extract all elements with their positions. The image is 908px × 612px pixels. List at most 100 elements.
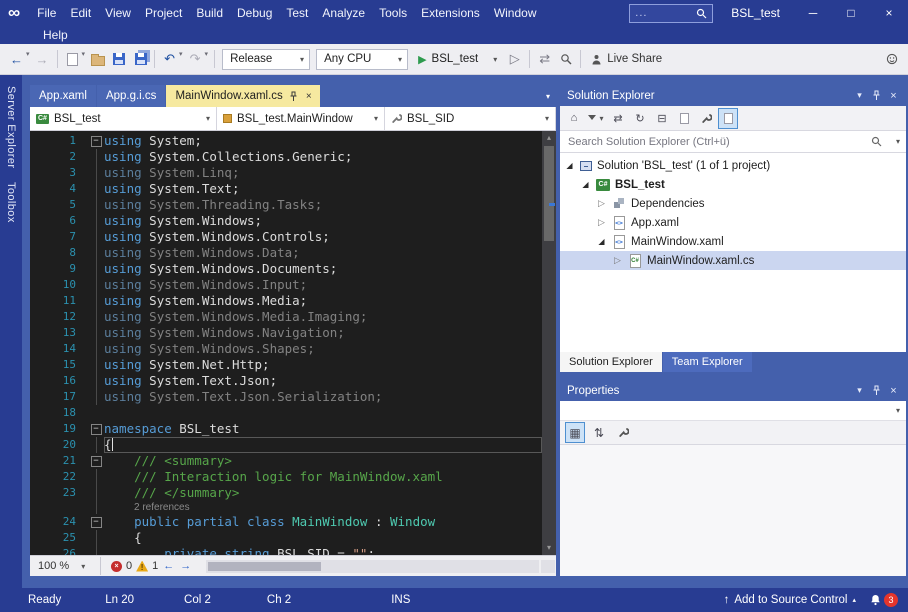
- preview-selected-items-button[interactable]: [719, 109, 737, 128]
- editor-vertical-scrollbar[interactable]: ▴ ▾: [542, 131, 556, 555]
- fold-collapse-icon[interactable]: −: [91, 456, 102, 467]
- home-icon[interactable]: ⌂: [565, 109, 583, 128]
- menu-build[interactable]: Build: [189, 0, 230, 26]
- side-tab-toolbox[interactable]: Toolbox: [5, 175, 17, 230]
- editor-horizontal-scrollbar[interactable]: [206, 560, 539, 573]
- new-file-dropdown-icon[interactable]: ▾: [82, 50, 86, 58]
- start-without-debugging-button[interactable]: ▷: [505, 48, 524, 70]
- platform-dropdown[interactable]: Any CPU ▾: [316, 49, 408, 70]
- pin-icon[interactable]: [868, 380, 885, 401]
- menu-project[interactable]: Project: [138, 0, 189, 26]
- maximize-button[interactable]: □: [832, 0, 870, 26]
- horizontal-scroll-thumb[interactable]: [208, 562, 321, 571]
- search-options-dropdown-icon[interactable]: ▾: [892, 137, 904, 146]
- configuration-dropdown[interactable]: Release ▾: [222, 49, 310, 70]
- pin-icon[interactable]: [868, 85, 885, 106]
- back-history-dropdown-icon[interactable]: ▾: [26, 50, 30, 58]
- open-file-button[interactable]: [88, 48, 107, 70]
- start-debugging-button[interactable]: ▶ BSL_test ▾: [411, 48, 504, 70]
- property-pages-button[interactable]: [614, 423, 632, 442]
- close-button[interactable]: ×: [870, 0, 908, 26]
- scroll-up-icon[interactable]: ▴: [542, 131, 556, 145]
- member-dropdown[interactable]: BSL_SID ▾: [385, 107, 556, 130]
- menu-debug[interactable]: Debug: [230, 0, 279, 26]
- tree-item-mainwindow-xaml[interactable]: ◢<>MainWindow.xaml: [560, 232, 906, 251]
- notifications-button[interactable]: 3: [870, 593, 898, 607]
- scroll-down-icon[interactable]: ▾: [542, 541, 556, 555]
- tree-item-solution-bsl-test-1-of-1-project[interactable]: ◢Solution 'BSL_test' (1 of 1 project): [560, 156, 906, 175]
- find-in-files-button[interactable]: [556, 48, 575, 70]
- sync-button[interactable]: ⇄: [535, 48, 554, 70]
- navigate-back-button[interactable]: ←: [7, 48, 26, 70]
- zoom-dropdown[interactable]: 100 % ▾: [34, 560, 96, 572]
- new-file-button[interactable]: [63, 48, 82, 70]
- window-position-icon[interactable]: ▾: [851, 85, 868, 106]
- add-to-source-control-button[interactable]: ↑ Add to Source Control ▴: [724, 594, 856, 606]
- quick-search-box[interactable]: ...: [629, 4, 713, 23]
- menu-help[interactable]: Help: [36, 28, 75, 42]
- project-dropdown[interactable]: C# BSL_test ▾: [30, 107, 217, 130]
- close-icon[interactable]: ×: [885, 85, 902, 106]
- expanded-arrow-icon[interactable]: ◢: [580, 180, 591, 189]
- fold-collapse-icon[interactable]: −: [91, 517, 102, 528]
- filter-button[interactable]: ▾: [587, 109, 605, 128]
- code-editor[interactable]: 1−using System;2using System.Collections…: [30, 131, 556, 555]
- doc-tab-mainwindow-xaml-cs[interactable]: MainWindow.xaml.cs×: [166, 85, 319, 107]
- previous-issue-button[interactable]: ←: [162, 560, 175, 572]
- menu-file[interactable]: File: [30, 0, 63, 26]
- solution-search-input[interactable]: [566, 135, 871, 149]
- properties-object-dropdown[interactable]: ▾: [560, 401, 906, 421]
- menu-edit[interactable]: Edit: [63, 0, 98, 26]
- collapsed-arrow-icon[interactable]: ▷: [612, 255, 623, 266]
- menu-analyze[interactable]: Analyze: [315, 0, 372, 26]
- sync-with-active-document-button[interactable]: ⇄: [609, 109, 627, 128]
- fold-collapse-icon[interactable]: −: [91, 136, 102, 147]
- menu-window[interactable]: Window: [487, 0, 544, 26]
- next-issue-button[interactable]: →: [179, 560, 192, 572]
- document-health-indicator[interactable]: × 0 ! 1 ← →: [105, 560, 198, 572]
- feedback-button[interactable]: [882, 48, 901, 70]
- navigate-forward-button[interactable]: →: [33, 48, 52, 70]
- window-position-icon[interactable]: ▾: [851, 380, 868, 401]
- doc-tab-app-xaml[interactable]: App.xaml: [30, 85, 96, 107]
- doc-tab-app-g-i-cs[interactable]: App.g.i.cs: [97, 85, 166, 107]
- minimize-button[interactable]: ─: [794, 0, 832, 26]
- undo-dropdown-icon[interactable]: ▾: [179, 50, 183, 58]
- refresh-button[interactable]: ↻: [631, 109, 649, 128]
- alphabetical-button[interactable]: ⇅: [590, 423, 608, 442]
- menu-tools[interactable]: Tools: [372, 0, 414, 26]
- search-icon[interactable]: [871, 136, 882, 147]
- panel-tab-solution-explorer[interactable]: Solution Explorer: [560, 352, 662, 372]
- menu-test[interactable]: Test: [279, 0, 315, 26]
- tab-list-dropdown-icon[interactable]: ▾: [540, 92, 556, 101]
- show-all-files-button[interactable]: [675, 109, 693, 128]
- type-dropdown[interactable]: BSL_test.MainWindow ▾: [217, 107, 385, 130]
- tree-item-bsl-test[interactable]: ◢C#BSL_test: [560, 175, 906, 194]
- pin-icon[interactable]: [289, 91, 298, 102]
- properties-button[interactable]: [697, 109, 715, 128]
- side-tab-server-explorer[interactable]: Server Explorer: [5, 79, 17, 175]
- collapsed-arrow-icon[interactable]: ▷: [596, 198, 607, 209]
- undo-button[interactable]: ↶: [160, 48, 179, 70]
- codelens-references[interactable]: 2 references: [104, 501, 190, 514]
- tree-item-mainwindow-xaml-cs[interactable]: ▷C#MainWindow.xaml.cs: [560, 251, 906, 270]
- redo-dropdown-icon[interactable]: ▾: [205, 50, 209, 58]
- vertical-scroll-thumb[interactable]: [544, 146, 554, 241]
- close-icon[interactable]: ×: [885, 380, 902, 401]
- tree-item-app-xaml[interactable]: ▷<>App.xaml: [560, 213, 906, 232]
- menu-extensions[interactable]: Extensions: [414, 0, 487, 26]
- close-icon[interactable]: ×: [304, 91, 314, 102]
- collapse-all-button[interactable]: ⊟: [653, 109, 671, 128]
- panel-tab-team-explorer[interactable]: Team Explorer: [663, 352, 752, 372]
- expanded-arrow-icon[interactable]: ◢: [596, 237, 607, 246]
- live-share-button[interactable]: Live Share: [585, 53, 668, 65]
- redo-button[interactable]: ↷: [186, 48, 205, 70]
- collapsed-arrow-icon[interactable]: ▷: [596, 217, 607, 228]
- expanded-arrow-icon[interactable]: ◢: [564, 161, 575, 170]
- menu-view[interactable]: View: [98, 0, 138, 26]
- fold-collapse-icon[interactable]: −: [91, 424, 102, 435]
- categorized-button[interactable]: ▦: [566, 423, 584, 442]
- tree-item-dependencies[interactable]: ▷Dependencies: [560, 194, 906, 213]
- save-all-button[interactable]: [130, 48, 149, 70]
- save-button[interactable]: [109, 48, 128, 70]
